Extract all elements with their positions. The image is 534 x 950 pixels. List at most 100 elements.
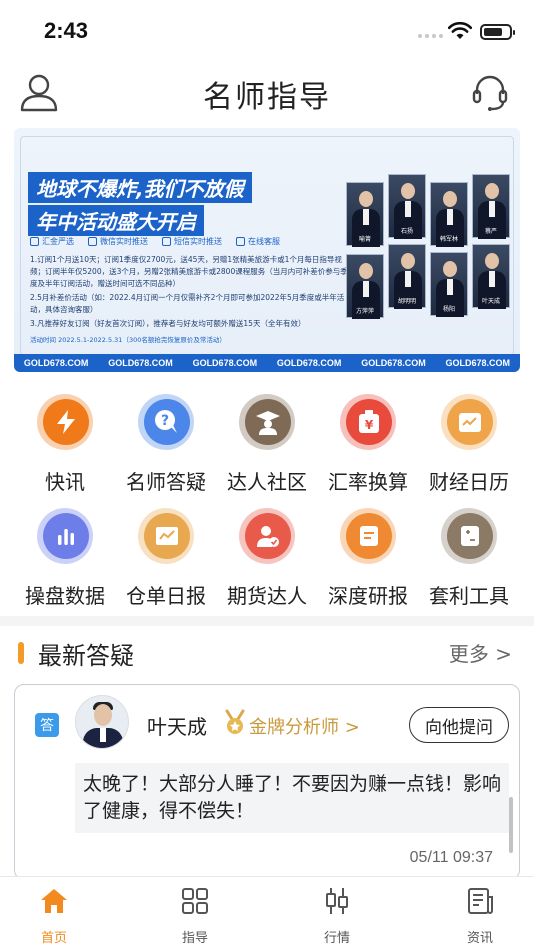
grid-label: 汇率换算: [328, 470, 408, 494]
banner-rules: 1.订阅1个月送10天；订阅1季度仅2700元，送45天，另赠1张精美旅游卡或1…: [30, 254, 352, 332]
section-divider: [0, 616, 534, 626]
line-report-icon: [130, 500, 202, 572]
grid-label: 仓单日报: [126, 584, 206, 608]
banner-feature: 短信实时推送: [162, 236, 222, 247]
answer-text: 太晚了！大部分人睡了！不要因为赚一点钱！影响了健康，得不偿失！: [75, 763, 509, 833]
grid-label: 操盘数据: [25, 584, 105, 608]
calendar-chart-icon: [433, 386, 505, 458]
wifi-icon: [448, 22, 472, 39]
status-time: 2:43: [44, 18, 89, 43]
status-bar: 2:43: [0, 0, 534, 62]
ask-question-button[interactable]: 向他提问: [409, 707, 509, 743]
analyst-photo: 韩军林: [430, 182, 468, 247]
analyst-photo: 喻箐: [346, 182, 384, 247]
analyst-photo: 叶天成: [472, 244, 510, 309]
answer-time: 05/11 09:37: [409, 849, 493, 866]
feature-icon: [162, 237, 171, 246]
banner-rule: 1.订阅1个月送10天；订阅1季度仅2700元，送45天，另赠1张精美旅游卡或1…: [30, 255, 348, 288]
analyst-title-link[interactable]: 金牌分析师 >: [249, 713, 360, 739]
grid-item-arbitrage-tool[interactable]: 套利工具: [418, 500, 520, 616]
feature-icon: [88, 237, 97, 246]
grid-item-research[interactable]: 深度研报: [317, 500, 419, 616]
banner-site: GOLD678.COM: [276, 358, 342, 368]
graduate-icon: [231, 386, 303, 458]
banner-feature: 微信实时推送: [88, 236, 148, 247]
banner-rule: 3.凡推荐好友订阅（好友首次订阅），推荐者与好友均可额外赠送15天（全年有效）: [30, 319, 306, 328]
candlestick-icon: [326, 888, 348, 914]
qa-card[interactable]: 答 叶天成 金牌分析师 > 向他提问 太晚了！大部分人睡了！不要因为赚一点钱！影…: [14, 684, 520, 880]
banner-headline: 地球不爆炸,我们不放假 年中活动盛大开启: [28, 172, 298, 236]
document-icon: [332, 500, 404, 572]
customer-service-icon[interactable]: [470, 72, 510, 112]
medal-icon: [225, 709, 245, 734]
avatar[interactable]: [75, 695, 129, 749]
home-icon: [41, 889, 67, 913]
banner-headline-1: 地球不爆炸,我们不放假: [28, 172, 252, 203]
analyst-photo: 胡明明: [388, 244, 426, 309]
banner-features: 汇金严选 微信实时推送 短信实时推送 在线客服: [30, 236, 280, 247]
grid-label: 名师答疑: [126, 470, 206, 494]
banner-feature: 汇金严选: [30, 236, 74, 247]
question-chat-icon: ?: [130, 386, 202, 458]
analyst-photo: 杨阳: [430, 252, 468, 317]
feature-icon: [30, 237, 39, 246]
promo-banner[interactable]: 地球不爆炸,我们不放假 年中活动盛大开启 汇金严选 微信实时推送 短信实时推送 …: [14, 128, 520, 372]
grid-label: 达人社区: [227, 470, 307, 494]
app-header: 名师指导: [0, 62, 534, 124]
grid-label: 快讯: [45, 470, 85, 494]
grid-label: 套利工具: [429, 584, 509, 608]
grid-label: 深度研报: [328, 584, 408, 608]
tab-news[interactable]: 资讯: [440, 885, 520, 946]
banner-site: GOLD678.COM: [192, 358, 258, 368]
tab-label: 资讯: [466, 931, 493, 946]
banner-site: GOLD678.COM: [445, 358, 511, 368]
more-link[interactable]: 更多 >: [449, 638, 512, 667]
latest-qa-header: 最新答疑 更多 >: [0, 630, 534, 674]
grid-item-finance-calendar[interactable]: 财经日历: [418, 386, 520, 502]
tab-label: 首页: [40, 931, 67, 946]
yuan-bag-icon: ¥: [332, 386, 404, 458]
banner-site: GOLD678.COM: [23, 358, 89, 368]
analyst-photo: 石扬: [388, 174, 426, 239]
grid-item-community[interactable]: 达人社区: [216, 386, 318, 502]
battery-icon: [480, 24, 515, 40]
grid-item-warehouse-report[interactable]: 仓单日报: [115, 500, 217, 616]
analyst-photo: 方萍萍: [346, 254, 384, 319]
grid-item-news-flash[interactable]: 快讯: [14, 386, 116, 502]
banner-strip: GOLD678.COM GOLD678.COM GOLD678.COM GOLD…: [14, 354, 520, 372]
tool-icon: [433, 500, 505, 572]
banner-feature: 在线客服: [236, 236, 280, 247]
page-title: 名师指导: [203, 80, 331, 115]
tab-label: 指导: [181, 931, 208, 946]
signal-dots-icon: [418, 34, 443, 38]
tab-label: 行情: [323, 931, 350, 946]
lightning-icon: [29, 386, 101, 458]
analyst-photo: 蔡严: [472, 174, 510, 239]
banner-rule: 2.5月补差价活动（如：2022.4月订阅一个月仅需补齐2个月即可参加2022年…: [30, 293, 345, 314]
grid-item-expert-qa[interactable]: ? 名师答疑: [115, 386, 217, 502]
tab-market[interactable]: 行情: [297, 885, 377, 946]
banner-dates: 活动时间 2022.5.1-2022.5.31（300名额抢完恢复原价及常活动）: [30, 336, 226, 344]
grid-label: 财经日历: [429, 470, 509, 494]
banner-headline-2: 年中活动盛大开启: [28, 205, 204, 236]
analyst-name[interactable]: 叶天成: [147, 711, 207, 740]
bottom-tab-bar: 首页 指导 行情 资讯: [0, 876, 534, 950]
svg-text:?: ?: [161, 413, 169, 429]
news-icon: [468, 888, 493, 914]
grid-item-exchange-rate[interactable]: ¥ 汇率换算: [317, 386, 419, 502]
grid-icon: [182, 888, 208, 914]
svg-text:¥: ¥: [365, 418, 374, 432]
banner-site: GOLD678.COM: [108, 358, 173, 368]
grid-item-futures-expert[interactable]: 期货达人: [216, 500, 318, 616]
tab-guidance[interactable]: 指导: [155, 885, 235, 946]
tab-home[interactable]: 首页: [14, 885, 94, 946]
banner-site: GOLD678.COM: [361, 358, 426, 368]
grid-item-trading-data[interactable]: 操盘数据: [14, 500, 116, 616]
user-check-icon: [231, 500, 303, 572]
grid-label: 期货达人: [227, 584, 307, 608]
scrollbar[interactable]: [509, 797, 513, 853]
answer-badge: 答: [35, 713, 59, 737]
bar-chart-icon: [29, 500, 101, 572]
section-title: 最新答疑: [38, 642, 134, 670]
section-accent-bar: [18, 642, 24, 664]
